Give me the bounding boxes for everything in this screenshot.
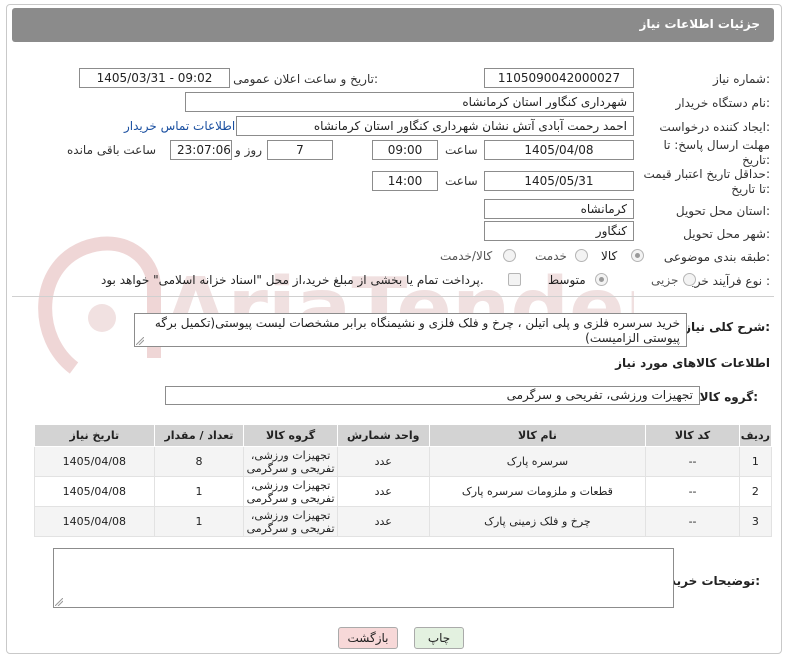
table-header-row: ردیف کد کالا نام کالا واحد شمارش گروه کا… [34, 424, 773, 447]
resize-grip-icon[interactable] [55, 598, 63, 606]
purchase-type-option-medium: متوسط [548, 273, 586, 287]
cell-name: چرخ و فلک زمینی پارک [428, 506, 647, 537]
announce-datetime-field: 1405/03/31 - 09:02 [79, 68, 230, 88]
description-field: خرید سرسره فلزی و پلی اتیلن ، چرخ و فلک … [134, 313, 687, 347]
col-header-code: کد کالا [645, 424, 740, 447]
goods-group-label: گروه کالا: [699, 390, 758, 404]
table-row: 1 -- سرسره پارک عدد تجهیزات ورزشی، تفریح… [34, 446, 773, 477]
col-header-qty: تعداد / مقدار [153, 424, 245, 447]
reply-deadline-label-2: تاریخ: [742, 153, 770, 167]
announce-datetime-label: تاریخ و ساعت اعلان عمومی: [233, 72, 378, 86]
resize-grip-icon[interactable] [136, 337, 144, 345]
category-label: طبقه بندی موضوعی: [663, 250, 770, 264]
price-validity-time-field: 14:00 [372, 171, 438, 191]
cell-unit: عدد [336, 506, 430, 537]
cell-date: 1405/04/08 [34, 506, 155, 537]
category-radio-goods-service[interactable] [503, 249, 516, 262]
table-row: 3 -- چرخ و فلک زمینی پارک عدد تجهیزات ور… [34, 506, 773, 537]
delivery-city-field: کنگاور [484, 221, 634, 241]
col-header-unit: واحد شمارش [336, 424, 430, 447]
description-label: شرح کلی نیاز: [684, 320, 770, 334]
price-validity-date-field: 1405/05/31 [484, 171, 634, 191]
purchase-type-radio-minor[interactable] [683, 273, 696, 286]
reply-deadline-days-field: 7 [267, 140, 333, 160]
category-radio-goods[interactable] [631, 249, 644, 262]
cell-name: قطعات و ملزومات سرسره پارک [428, 476, 647, 507]
print-button[interactable]: چاپ [414, 627, 464, 649]
price-validity-label-1: حداقل تاریخ اعتبار قیمت: [643, 167, 770, 181]
col-header-group: گروه کالا [243, 424, 338, 447]
treasury-payment-checkbox[interactable] [508, 273, 521, 286]
cell-row: 1 [738, 446, 773, 477]
cell-code: -- [645, 476, 740, 507]
reply-deadline-date-field: 1405/04/08 [484, 140, 634, 160]
cell-unit: عدد [336, 476, 430, 507]
purchase-type-label: نوع فرآیند خرید : [685, 274, 770, 288]
delivery-province-field: کرمانشاه [484, 199, 634, 219]
purchase-type-option-minor: جزیی [651, 273, 679, 287]
col-header-date: تاریخ نیاز [34, 424, 155, 447]
cell-unit: عدد [336, 446, 430, 477]
buyer-org-field: شهرداری کنگاور استان کرمانشاه [185, 92, 634, 112]
goods-group-field: تجهیزات ورزشی، تفریحی و سرگرمی [165, 386, 700, 405]
category-option-service: خدمت [535, 249, 567, 263]
cell-qty: 1 [153, 506, 245, 537]
buyer-contact-link[interactable]: اطلاعات تماس خریدار [124, 119, 235, 133]
need-number-field: 1105090042000027 [484, 68, 634, 88]
cell-qty: 1 [153, 476, 245, 507]
requester-field: احمد رحمت آبادی آتش نشان شهرداری کنگاور … [236, 116, 634, 136]
cell-group: تجهیزات ورزشی، تفریحی و سرگرمی [243, 446, 338, 477]
category-option-goods-service: کالا/خدمت [440, 249, 493, 263]
reply-deadline-remaining-label: ساعت باقی مانده [67, 143, 157, 157]
goods-info-title: اطلاعات کالاهای مورد نیاز [615, 356, 770, 370]
buyer-org-label: نام دستگاه خریدار: [675, 96, 771, 110]
requester-label: ایجاد کننده درخواست: [659, 120, 770, 134]
items-table: ردیف کد کالا نام کالا واحد شمارش گروه کا… [34, 424, 773, 537]
purchase-type-radio-medium[interactable] [595, 273, 608, 286]
need-number-label: شماره نیاز: [712, 72, 770, 86]
cell-code: -- [645, 446, 740, 477]
col-header-row: ردیف [738, 424, 773, 447]
reply-deadline-label-1: مهلت ارسال پاسخ: تا [663, 138, 770, 152]
cell-row: 3 [738, 506, 773, 537]
cell-date: 1405/04/08 [34, 446, 155, 477]
page-header: جزئیات اطلاعات نیاز [12, 8, 774, 42]
cell-group: تجهیزات ورزشی، تفریحی و سرگرمی [243, 506, 338, 537]
cell-row: 2 [738, 476, 773, 507]
category-radio-service[interactable] [575, 249, 588, 262]
reply-deadline-days-label: روز و [235, 143, 262, 157]
back-button[interactable]: بازگشت [338, 627, 398, 649]
delivery-province-label: استان محل تحویل: [675, 204, 770, 218]
reply-deadline-time-label: ساعت [445, 143, 478, 157]
price-validity-label-2: تا تاریخ: [731, 182, 770, 196]
cell-date: 1405/04/08 [34, 476, 155, 507]
reply-deadline-remaining-field: 23:07:06 [170, 140, 232, 160]
cell-name: سرسره پارک [428, 446, 647, 477]
cell-qty: 8 [153, 446, 245, 477]
price-validity-time-label: ساعت [445, 174, 478, 188]
cell-code: -- [645, 506, 740, 537]
delivery-city-label: شهر محل تحویل: [683, 227, 770, 241]
buyer-notes-field [53, 548, 674, 608]
cell-group: تجهیزات ورزشی، تفریحی و سرگرمی [243, 476, 338, 507]
reply-deadline-time-field: 09:00 [372, 140, 438, 160]
table-row: 2 -- قطعات و ملزومات سرسره پارک عدد تجهی… [34, 476, 773, 507]
category-option-goods: کالا [601, 249, 618, 263]
treasury-payment-note: پرداخت تمام یا بخشی از مبلغ خرید،از محل … [101, 273, 484, 287]
divider [12, 296, 774, 297]
col-header-name: نام کالا [428, 424, 647, 447]
page-title: جزئیات اطلاعات نیاز [639, 17, 760, 31]
